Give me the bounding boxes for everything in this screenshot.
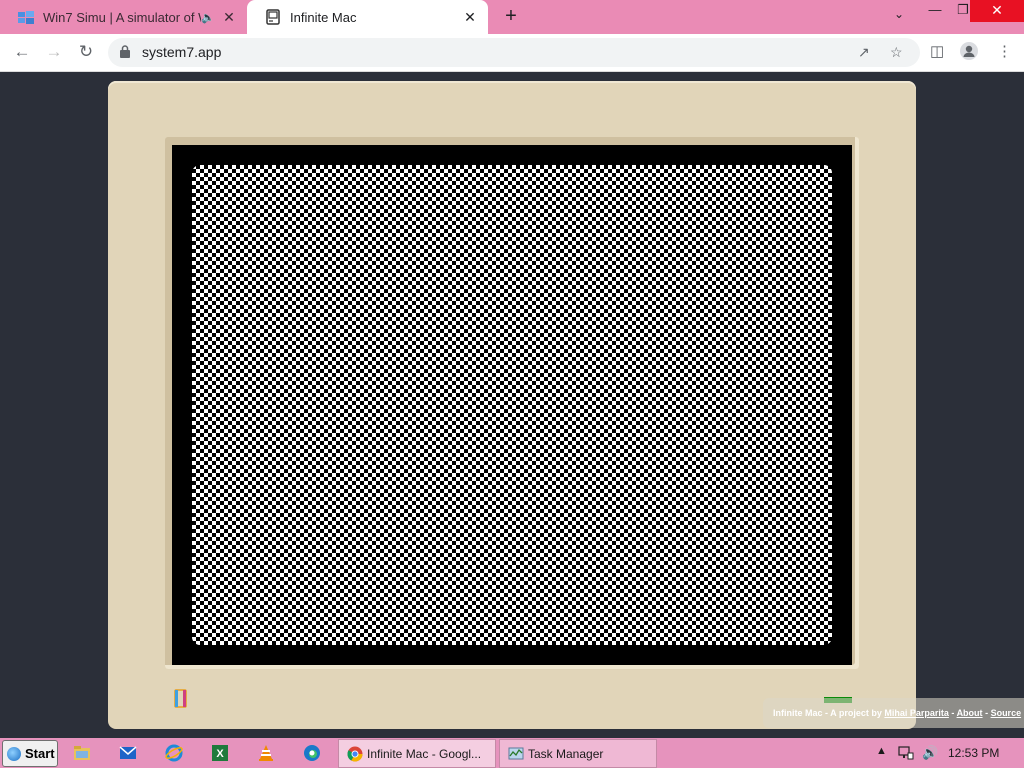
edge-icon[interactable] [303,744,321,762]
taskbar-task-chrome[interactable]: Infinite Mac - Googl... [338,739,496,768]
win7-simu-favicon-icon [18,9,34,25]
svg-text:X: X [216,748,224,760]
windows-taskbar: Start X Infinite Mac - Googl... Task Man… [0,738,1024,768]
tray-expand-icon[interactable]: ▲ [876,745,887,757]
mac-monitor: Infinite Mac - A project by Mihai Parpar… [108,81,1024,729]
about-link[interactable]: About [957,708,983,718]
excel-icon[interactable]: X [211,744,229,762]
reload-icon[interactable]: ↻ [74,41,98,65]
browser-tab-strip: Win7 Simu | A simulator of W 🔈 ✕ Infinit… [0,0,1024,34]
source-link[interactable]: Source [991,708,1022,718]
file-explorer-icon[interactable] [73,744,91,762]
author-link[interactable]: Mihai Parparita [884,708,949,718]
profile-avatar-icon[interactable] [960,42,978,64]
tab-search-chevron-icon[interactable]: ⌄ [889,7,909,27]
tab-title: Infinite Mac [290,9,357,25]
close-tab-icon[interactable]: ✕ [221,9,237,26]
bookmark-star-icon[interactable]: ☆ [890,44,903,61]
tab-title: Win7 Simu | A simulator of W [43,9,201,25]
credit-text: Infinite Mac - A project by [773,708,882,718]
side-panel-icon[interactable]: ◫ [930,42,944,60]
tab-win7-simu[interactable]: Win7 Simu | A simulator of W 🔈 ✕ [0,0,247,34]
network-icon[interactable] [898,745,914,761]
browser-toolbar: ← → ↻ system7.app ↗ ☆ ◫ ⋮ [0,34,1024,72]
start-button[interactable]: Start [2,740,58,767]
forward-icon[interactable]: → [42,41,66,65]
new-tab-icon[interactable]: + [500,5,522,27]
close-tab-icon[interactable]: ✕ [462,9,478,26]
internet-explorer-icon[interactable] [165,744,183,762]
close-window-icon[interactable]: ✕ [970,0,1024,22]
tab-infinite-mac[interactable]: Infinite Mac ✕ [247,0,488,34]
page-content: Infinite Mac - A project by Mihai Parpar… [0,72,1024,738]
credit-bar: Infinite Mac - A project by Mihai Parpar… [763,698,1024,728]
emulator-screen[interactable] [172,145,852,665]
mail-icon[interactable] [119,744,137,762]
speaker-icon[interactable]: 🔈 [201,11,215,24]
menu-kebab-icon[interactable]: ⋮ [997,42,1012,60]
monitor-bezel [165,137,859,669]
mac-desktop-pattern[interactable] [192,165,832,645]
separator: - [982,708,991,718]
separator: - [948,708,957,718]
windows-logo-icon [7,746,21,761]
chrome-icon [347,746,363,762]
clock[interactable]: 12:53 PM [948,746,999,760]
task-manager-icon [508,747,524,759]
back-icon[interactable]: ← [10,41,34,65]
address-bar[interactable]: system7.app ↗ ☆ [108,38,920,67]
apple-rainbow-logo-icon [174,689,187,708]
lock-icon [120,45,130,58]
url-text: system7.app [142,44,222,60]
start-label: Start [25,746,55,761]
share-icon[interactable]: ↗ [858,44,870,61]
vlc-icon[interactable] [257,744,275,762]
task-label: Task Manager [528,746,604,761]
volume-icon[interactable]: 🔊 [922,745,938,761]
infinite-mac-favicon-icon [265,9,281,25]
taskbar-task-task-manager[interactable]: Task Manager [499,739,657,768]
task-label: Infinite Mac - Googl... [367,746,482,761]
